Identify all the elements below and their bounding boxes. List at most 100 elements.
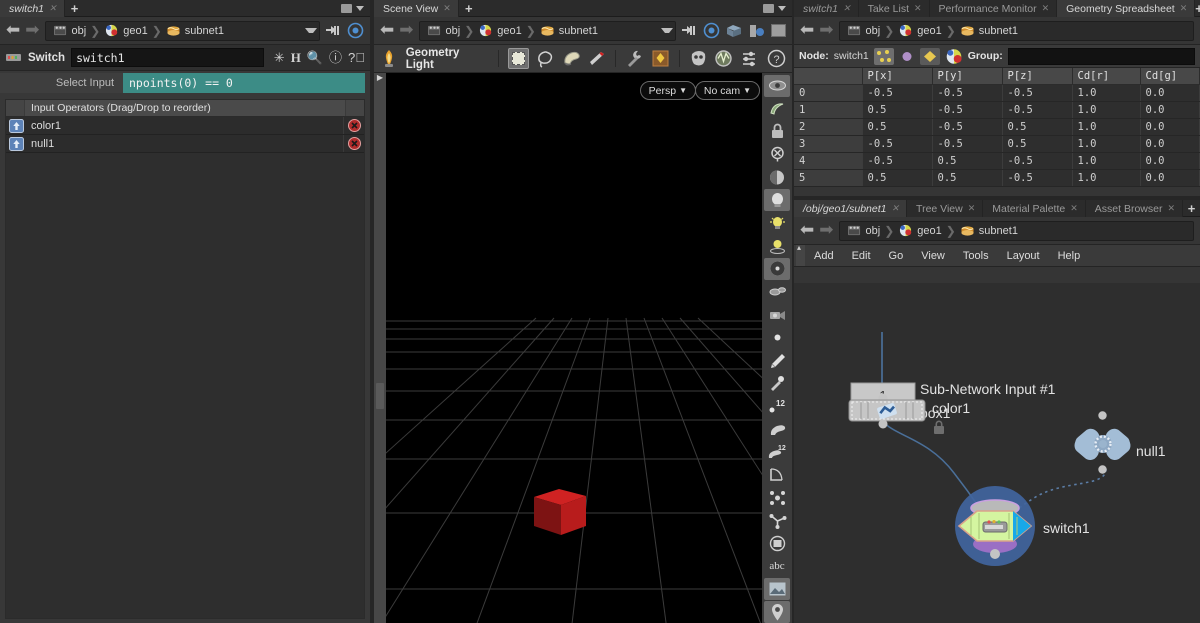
lock-icon[interactable] bbox=[764, 121, 790, 143]
output-connector[interactable] bbox=[876, 417, 890, 431]
breadcrumb-item-obj[interactable]: obj bbox=[424, 24, 464, 37]
breadcrumb-item-subnet1[interactable]: subnet1 bbox=[957, 24, 1021, 37]
dropper-icon[interactable] bbox=[764, 372, 790, 394]
forward-arrow-icon[interactable]: ➡ bbox=[399, 21, 413, 38]
measure-icon[interactable] bbox=[764, 464, 790, 486]
reorder-handle-icon[interactable] bbox=[8, 136, 25, 151]
table-row[interactable]: 5 0.5 0.5 -0.5 1.0 0.0 bbox=[794, 169, 1200, 187]
pencil-icon[interactable] bbox=[764, 350, 790, 372]
list-item[interactable]: null1 bbox=[6, 135, 364, 153]
cell-px[interactable]: 0.5 bbox=[862, 118, 933, 136]
forward-arrow-icon[interactable]: ➡ bbox=[819, 221, 833, 238]
table-row[interactable]: 3 -0.5 -0.5 0.5 1.0 0.0 bbox=[794, 135, 1200, 153]
reorder-handle-icon[interactable] bbox=[8, 118, 25, 133]
chevron-down-icon[interactable] bbox=[778, 5, 786, 11]
menu-tools[interactable]: Tools bbox=[954, 250, 998, 262]
cell-cdg[interactable]: 0.0 bbox=[1140, 169, 1200, 187]
contrast-icon[interactable] bbox=[764, 167, 790, 189]
material-icon[interactable] bbox=[764, 258, 790, 280]
tab-scene-view[interactable]: Scene View ✕ bbox=[374, 0, 459, 17]
column-header-cdr[interactable]: Cd[r] bbox=[1072, 68, 1141, 85]
bulb-icon[interactable] bbox=[764, 212, 790, 234]
remove-input-button[interactable] bbox=[343, 117, 364, 134]
close-icon[interactable]: ✕ bbox=[1042, 4, 1050, 13]
points-icon[interactable] bbox=[873, 47, 894, 65]
abc-icon[interactable]: abc bbox=[764, 555, 790, 577]
table-row[interactable]: 4 -0.5 0.5 -0.5 1.0 0.0 bbox=[794, 152, 1200, 170]
cell-px[interactable]: -0.5 bbox=[862, 135, 933, 153]
select-icon[interactable] bbox=[764, 75, 790, 97]
cell-px[interactable]: -0.5 bbox=[862, 152, 933, 170]
world-icon[interactable] bbox=[714, 49, 733, 68]
maximize-icon[interactable] bbox=[341, 3, 352, 13]
info-icon[interactable]: ⓘ bbox=[329, 51, 342, 64]
point-icon[interactable] bbox=[764, 327, 790, 349]
target-icon[interactable] bbox=[703, 22, 720, 39]
node-switch1[interactable] bbox=[951, 484, 1039, 573]
breadcrumb-item-geo1[interactable]: geo1 bbox=[895, 24, 944, 37]
close-icon[interactable]: ✕ bbox=[1167, 204, 1175, 213]
cell-cdr[interactable]: 1.0 bbox=[1072, 118, 1141, 136]
back-arrow-icon[interactable]: ⬅ bbox=[380, 21, 394, 38]
image-icon[interactable] bbox=[764, 578, 790, 601]
breadcrumb-item-geo1[interactable]: geo1 bbox=[101, 24, 150, 37]
paint-icon[interactable] bbox=[764, 418, 790, 440]
viewport-scroll-thumb[interactable] bbox=[376, 383, 384, 409]
column-header-py[interactable]: P[y] bbox=[932, 68, 1003, 85]
tab-performance-monitor[interactable]: Performance Monitor ✕ bbox=[929, 0, 1058, 17]
cell-cdr[interactable]: 1.0 bbox=[1072, 169, 1141, 187]
breadcrumb[interactable]: obj ❯ geo1 ❯ subnet1 bbox=[838, 20, 1194, 41]
tab-geometry-spreadsheet[interactable]: Geometry Spreadsheet ✕ bbox=[1057, 0, 1196, 17]
cell-py[interactable]: -0.5 bbox=[932, 135, 1003, 153]
primitives-icon[interactable] bbox=[919, 47, 940, 65]
display-panel-icon[interactable] bbox=[771, 24, 786, 37]
light-icon[interactable] bbox=[764, 189, 790, 212]
no-selection-icon[interactable] bbox=[764, 144, 790, 166]
column-header-pz[interactable]: P[z] bbox=[1002, 68, 1073, 85]
breadcrumb-item-subnet1[interactable]: subnet1 bbox=[957, 224, 1021, 237]
snapshot-icon[interactable] bbox=[725, 23, 743, 39]
camera-icon[interactable] bbox=[764, 304, 790, 326]
viewport-3d[interactable]: Persp ▼ No cam ▼ bbox=[386, 73, 762, 623]
pin-path-icon[interactable] bbox=[325, 23, 342, 38]
search-icon[interactable]: 🔍 bbox=[307, 51, 323, 64]
help-icon[interactable]: ? bbox=[767, 49, 786, 68]
breadcrumb-item-subnet1[interactable]: subnet1 bbox=[537, 24, 601, 37]
forward-arrow-icon[interactable]: ➡ bbox=[25, 21, 39, 38]
tab-material-palette[interactable]: Material Palette ✕ bbox=[983, 200, 1086, 217]
viewport-left-scrollstrip[interactable]: ▶ bbox=[374, 73, 386, 623]
display-options-icon[interactable] bbox=[740, 49, 759, 68]
breadcrumb-dropdown-icon[interactable] bbox=[661, 28, 673, 33]
close-icon[interactable]: ✕ bbox=[914, 4, 922, 13]
capture-icon[interactable] bbox=[764, 533, 790, 555]
cell-py[interactable]: -0.5 bbox=[932, 118, 1003, 136]
tab-tree-view[interactable]: Tree View ✕ bbox=[907, 200, 984, 217]
tab-switch1-params[interactable]: switch1 ✕ bbox=[0, 0, 65, 17]
breadcrumb[interactable]: obj ❯ geo1 ❯ subnet1 bbox=[44, 20, 320, 41]
add-tab-button[interactable]: + bbox=[1183, 200, 1200, 216]
tab-subnet1-network[interactable]: /obj/geo1/subnet1 ✕ bbox=[794, 200, 908, 217]
table-row[interactable]: 0 -0.5 -0.5 -0.5 1.0 0.0 bbox=[794, 84, 1200, 102]
breadcrumb-item-obj[interactable]: obj bbox=[50, 24, 90, 37]
breadcrumb-item-subnet1[interactable]: subnet1 bbox=[163, 24, 227, 37]
cell-pz[interactable]: -0.5 bbox=[1002, 84, 1073, 102]
menu-help[interactable]: Help bbox=[1049, 250, 1090, 262]
breadcrumb[interactable]: obj ❯ geo1 ❯ subnet1 bbox=[418, 20, 676, 41]
scroll-up-icon[interactable]: ▶ bbox=[374, 73, 386, 83]
add-tab-button[interactable]: + bbox=[459, 0, 479, 16]
group-input[interactable] bbox=[1007, 47, 1195, 65]
back-arrow-icon[interactable]: ⬅ bbox=[800, 21, 814, 38]
pin-path-icon[interactable] bbox=[681, 23, 698, 38]
select-input-field[interactable]: npoints(0) == 0 bbox=[123, 73, 365, 93]
handle-icon[interactable] bbox=[651, 49, 670, 68]
close-icon[interactable]: ✕ bbox=[49, 4, 57, 13]
axis-icon[interactable] bbox=[764, 510, 790, 532]
paint-12-icon[interactable]: 12 bbox=[764, 441, 790, 463]
cell-py[interactable]: 0.5 bbox=[932, 152, 1003, 170]
menubar-grip[interactable] bbox=[796, 243, 805, 266]
cell-cdg[interactable]: 0.0 bbox=[1140, 101, 1200, 119]
breadcrumb-item-obj[interactable]: obj bbox=[844, 24, 884, 37]
cell-px[interactable]: 0.5 bbox=[862, 101, 933, 119]
table-row[interactable]: 1 0.5 -0.5 -0.5 1.0 0.0 bbox=[794, 101, 1200, 119]
tab-switch1[interactable]: switch1 ✕ bbox=[794, 0, 859, 17]
